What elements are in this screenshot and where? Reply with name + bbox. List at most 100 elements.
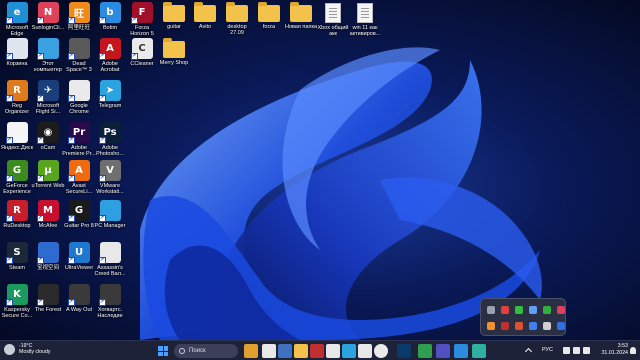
- desktop-icon[interactable]: N ↗ SunloginCli...: [32, 2, 64, 31]
- network-icon[interactable]: [563, 347, 570, 354]
- desktop-icon[interactable]: ➤ ↗ Telegram: [95, 80, 125, 109]
- desktop-icon[interactable]: ↗ Яндекс.Диск: [1, 122, 33, 151]
- tray-app-icon[interactable]: [529, 306, 537, 314]
- desktop-icon[interactable]: S ↗ Steam: [2, 242, 32, 271]
- desktop-icon[interactable]: M ↗ McAfee: [33, 200, 63, 229]
- desktop-icon[interactable]: R ↗ Reg Organizer: [2, 80, 32, 116]
- weather-widget[interactable]: -19°C Mostly cloudy: [4, 343, 50, 355]
- desktop-icon[interactable]: b ↗ Botim: [95, 2, 125, 31]
- start-button[interactable]: [156, 344, 170, 358]
- clock-time: 3:53: [617, 343, 628, 349]
- app-icon[interactable]: [262, 344, 276, 358]
- desktop-icon-label: Adobe Photosho...: [96, 145, 124, 158]
- desktop-icon[interactable]: ↗ The Forest: [33, 284, 63, 313]
- desktop-icon[interactable]: A ↗ Avast SecureLi...: [64, 160, 94, 196]
- desktop-icon[interactable]: V ↗ VMware Workstati...: [95, 160, 125, 196]
- desktop-icon[interactable]: ↗ Корзина: [2, 38, 32, 67]
- notification-bell-icon[interactable]: [630, 347, 636, 354]
- tray-app-icon[interactable]: [515, 306, 523, 314]
- desktop-icon[interactable]: win 11 как активиров...: [350, 2, 380, 38]
- pc-manager-icon: ↗: [98, 200, 121, 222]
- shortcut-arrow-icon: ↗: [67, 53, 75, 60]
- desktop-icon[interactable]: Merry Shop: [159, 38, 189, 66]
- desktop-icon[interactable]: ↗ A Way Out: [64, 284, 94, 313]
- desktop-icon[interactable]: ↗ PC Manager: [95, 200, 125, 229]
- desktop-icon[interactable]: ↗ Google Chrome: [64, 80, 94, 116]
- tray-app-icon[interactable]: [557, 306, 565, 314]
- desktop-icon[interactable]: ↗ 宝视空间: [33, 242, 63, 271]
- folder-icon: [163, 38, 185, 58]
- chrome-icon[interactable]: [374, 344, 388, 358]
- desktop-icon-label: Assassin's Creed Вал...: [94, 265, 126, 278]
- folder-icon: [290, 2, 312, 22]
- shortcut-arrow-icon: ↗: [67, 257, 75, 264]
- clock[interactable]: 3:53 31.01.2024: [594, 343, 628, 357]
- desktop-icon[interactable]: guitar: [159, 2, 189, 30]
- desktop-icon[interactable]: ✈ ↗ Microsoft Flight Si...: [33, 80, 63, 116]
- app-icon[interactable]: [244, 344, 258, 358]
- desktop-icon-label: Telegram: [98, 103, 122, 109]
- app-icon[interactable]: [326, 344, 340, 358]
- app-icon[interactable]: [278, 344, 292, 358]
- desktop-icon[interactable]: ↗ Dead Space™ 3: [64, 38, 94, 74]
- desktop-icon[interactable]: 旺 ↗ 阿里旺旺: [64, 2, 94, 31]
- tray-app-icon[interactable]: [543, 322, 551, 330]
- desktop-icon[interactable]: Pr ↗ Adobe Premiere Pr...: [62, 122, 96, 158]
- desktop-icon[interactable]: G ↗ Guitar Pro 8: [64, 200, 94, 229]
- desktop-icon[interactable]: desktop 27.09: [222, 2, 252, 37]
- tray-app-icon[interactable]: [515, 322, 523, 330]
- bluetooth-icon[interactable]: [557, 322, 565, 330]
- desktop-icon[interactable]: ◉ ↗ oCam: [33, 122, 63, 151]
- desktop-icon[interactable]: C ↗ CCleaner: [127, 38, 157, 67]
- desktop-icon[interactable]: Ps ↗ Adobe Photosho...: [95, 122, 125, 158]
- desktop-icon[interactable]: Xbox общий акк: [318, 2, 348, 38]
- app-icon[interactable]: [310, 344, 324, 358]
- shortcut-arrow-icon: ↗: [5, 299, 13, 306]
- desktop-icon[interactable]: forza: [254, 2, 284, 30]
- desktop-icon[interactable]: U ↗ UltraViewer: [64, 242, 94, 271]
- desktop-icon[interactable]: A ↗ Adobe Acrobat: [95, 38, 125, 74]
- acrobat-icon: A ↗: [98, 38, 121, 60]
- the-forest-icon: ↗: [36, 284, 59, 306]
- desktop-icon[interactable]: Avito: [190, 2, 220, 30]
- desktop-icon[interactable]: ↗ Assassin's Creed Вал...: [94, 242, 126, 278]
- shortcut-arrow-icon: ↗: [36, 215, 44, 222]
- desktop-icon[interactable]: K ↗ Kaspersky Secure Co...: [2, 284, 32, 320]
- desktop-icon[interactable]: e ↗ Microsoft Edge: [2, 2, 32, 38]
- desktop-icon[interactable]: μ ↗ uTorrent Web: [32, 160, 64, 189]
- desktop-icon[interactable]: ↗ Хогвартс. Наследие: [95, 284, 125, 320]
- tray-app-icon[interactable]: [501, 322, 509, 330]
- tray-app-icon[interactable]: [543, 306, 551, 314]
- tray-app-icon[interactable]: [501, 306, 509, 314]
- tray-app-icon[interactable]: [529, 322, 537, 330]
- shortcut-arrow-icon: ↗: [130, 53, 138, 60]
- guitar-pro-icon: G ↗: [67, 200, 90, 222]
- tray-app-icon[interactable]: [487, 306, 495, 314]
- app-icon[interactable]: [454, 344, 468, 358]
- tray-overflow-popup: [480, 298, 566, 336]
- reg-organizer-icon: R ↗: [5, 80, 28, 102]
- shortcut-arrow-icon: ↗: [98, 299, 106, 306]
- ultraviewer-icon: U ↗: [67, 242, 90, 264]
- app-icon[interactable]: [472, 344, 486, 358]
- file-explorer-icon[interactable]: [294, 344, 308, 358]
- aliwangwang-icon: 旺 ↗: [67, 2, 90, 24]
- geforce-icon: G ↗: [5, 160, 28, 182]
- battery-icon[interactable]: [583, 347, 590, 354]
- taskbar-search[interactable]: Поиск: [174, 344, 238, 358]
- tray-app-icon[interactable]: [487, 322, 495, 330]
- app-icon[interactable]: [436, 344, 450, 358]
- language-indicator[interactable]: РУС: [542, 347, 553, 360]
- photoshop-icon[interactable]: [397, 344, 411, 358]
- desktop-icon[interactable]: R ↗ RuDesktop: [2, 200, 32, 229]
- desktop-icon[interactable]: ↗ Этот компьютер: [33, 38, 63, 74]
- app-icon[interactable]: [342, 344, 356, 358]
- desktop-icon[interactable]: Новая папка: [285, 2, 317, 30]
- taskbar: -19°C Mostly cloudy Поиск РУС 3:53 31.01…: [0, 340, 640, 360]
- app-icon[interactable]: [358, 344, 372, 358]
- chevron-up-icon[interactable]: [524, 347, 533, 356]
- desktop-icon[interactable]: F ↗ Forza Horizon 5: [127, 2, 157, 38]
- app-icon[interactable]: [418, 344, 432, 358]
- desktop-icon[interactable]: G ↗ GeForce Experience: [2, 160, 32, 196]
- volume-icon[interactable]: [573, 347, 580, 354]
